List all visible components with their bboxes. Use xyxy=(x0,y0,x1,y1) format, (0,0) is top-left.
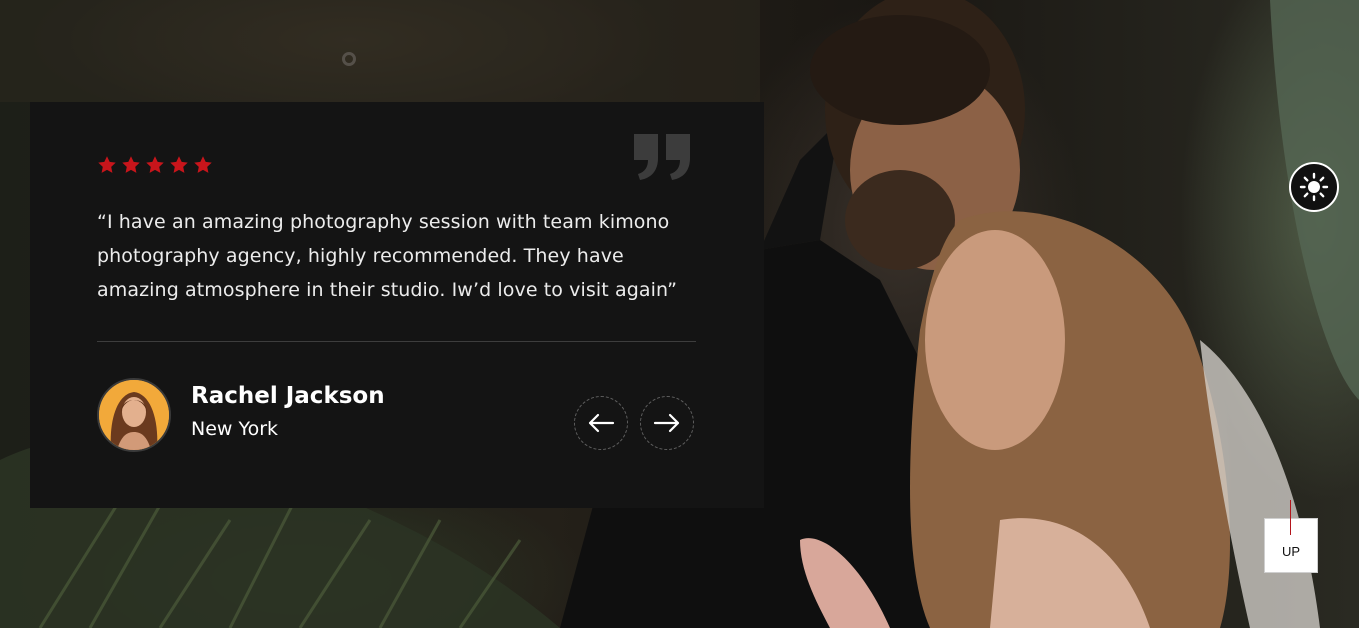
testimonial-card: “I have an amazing photography session w… xyxy=(30,102,764,508)
previous-button[interactable] xyxy=(574,396,628,450)
theme-toggle-button[interactable] xyxy=(1289,162,1339,212)
arrow-left-icon xyxy=(588,413,615,433)
star-icon xyxy=(98,156,116,173)
star-icon xyxy=(146,156,164,173)
quote-icon xyxy=(634,134,690,180)
testimonial-quote: “I have an amazing photography session w… xyxy=(97,211,678,301)
star-icon xyxy=(170,156,188,173)
sun-icon xyxy=(1299,172,1329,202)
decorative-dot xyxy=(342,52,356,66)
author-name: Rachel Jackson xyxy=(191,383,385,409)
author-location: New York xyxy=(191,418,279,440)
avatar xyxy=(97,378,171,452)
arrow-right-icon xyxy=(653,413,680,433)
next-button[interactable] xyxy=(640,396,694,450)
testimonial-hero: “I have an amazing photography session w… xyxy=(0,0,1359,628)
divider xyxy=(97,341,696,342)
scroll-progress-line xyxy=(1290,500,1291,535)
scroll-up-button[interactable]: UP xyxy=(1264,518,1318,573)
star-icon xyxy=(194,156,212,173)
star-icon xyxy=(122,156,140,173)
rating-stars xyxy=(96,154,214,176)
